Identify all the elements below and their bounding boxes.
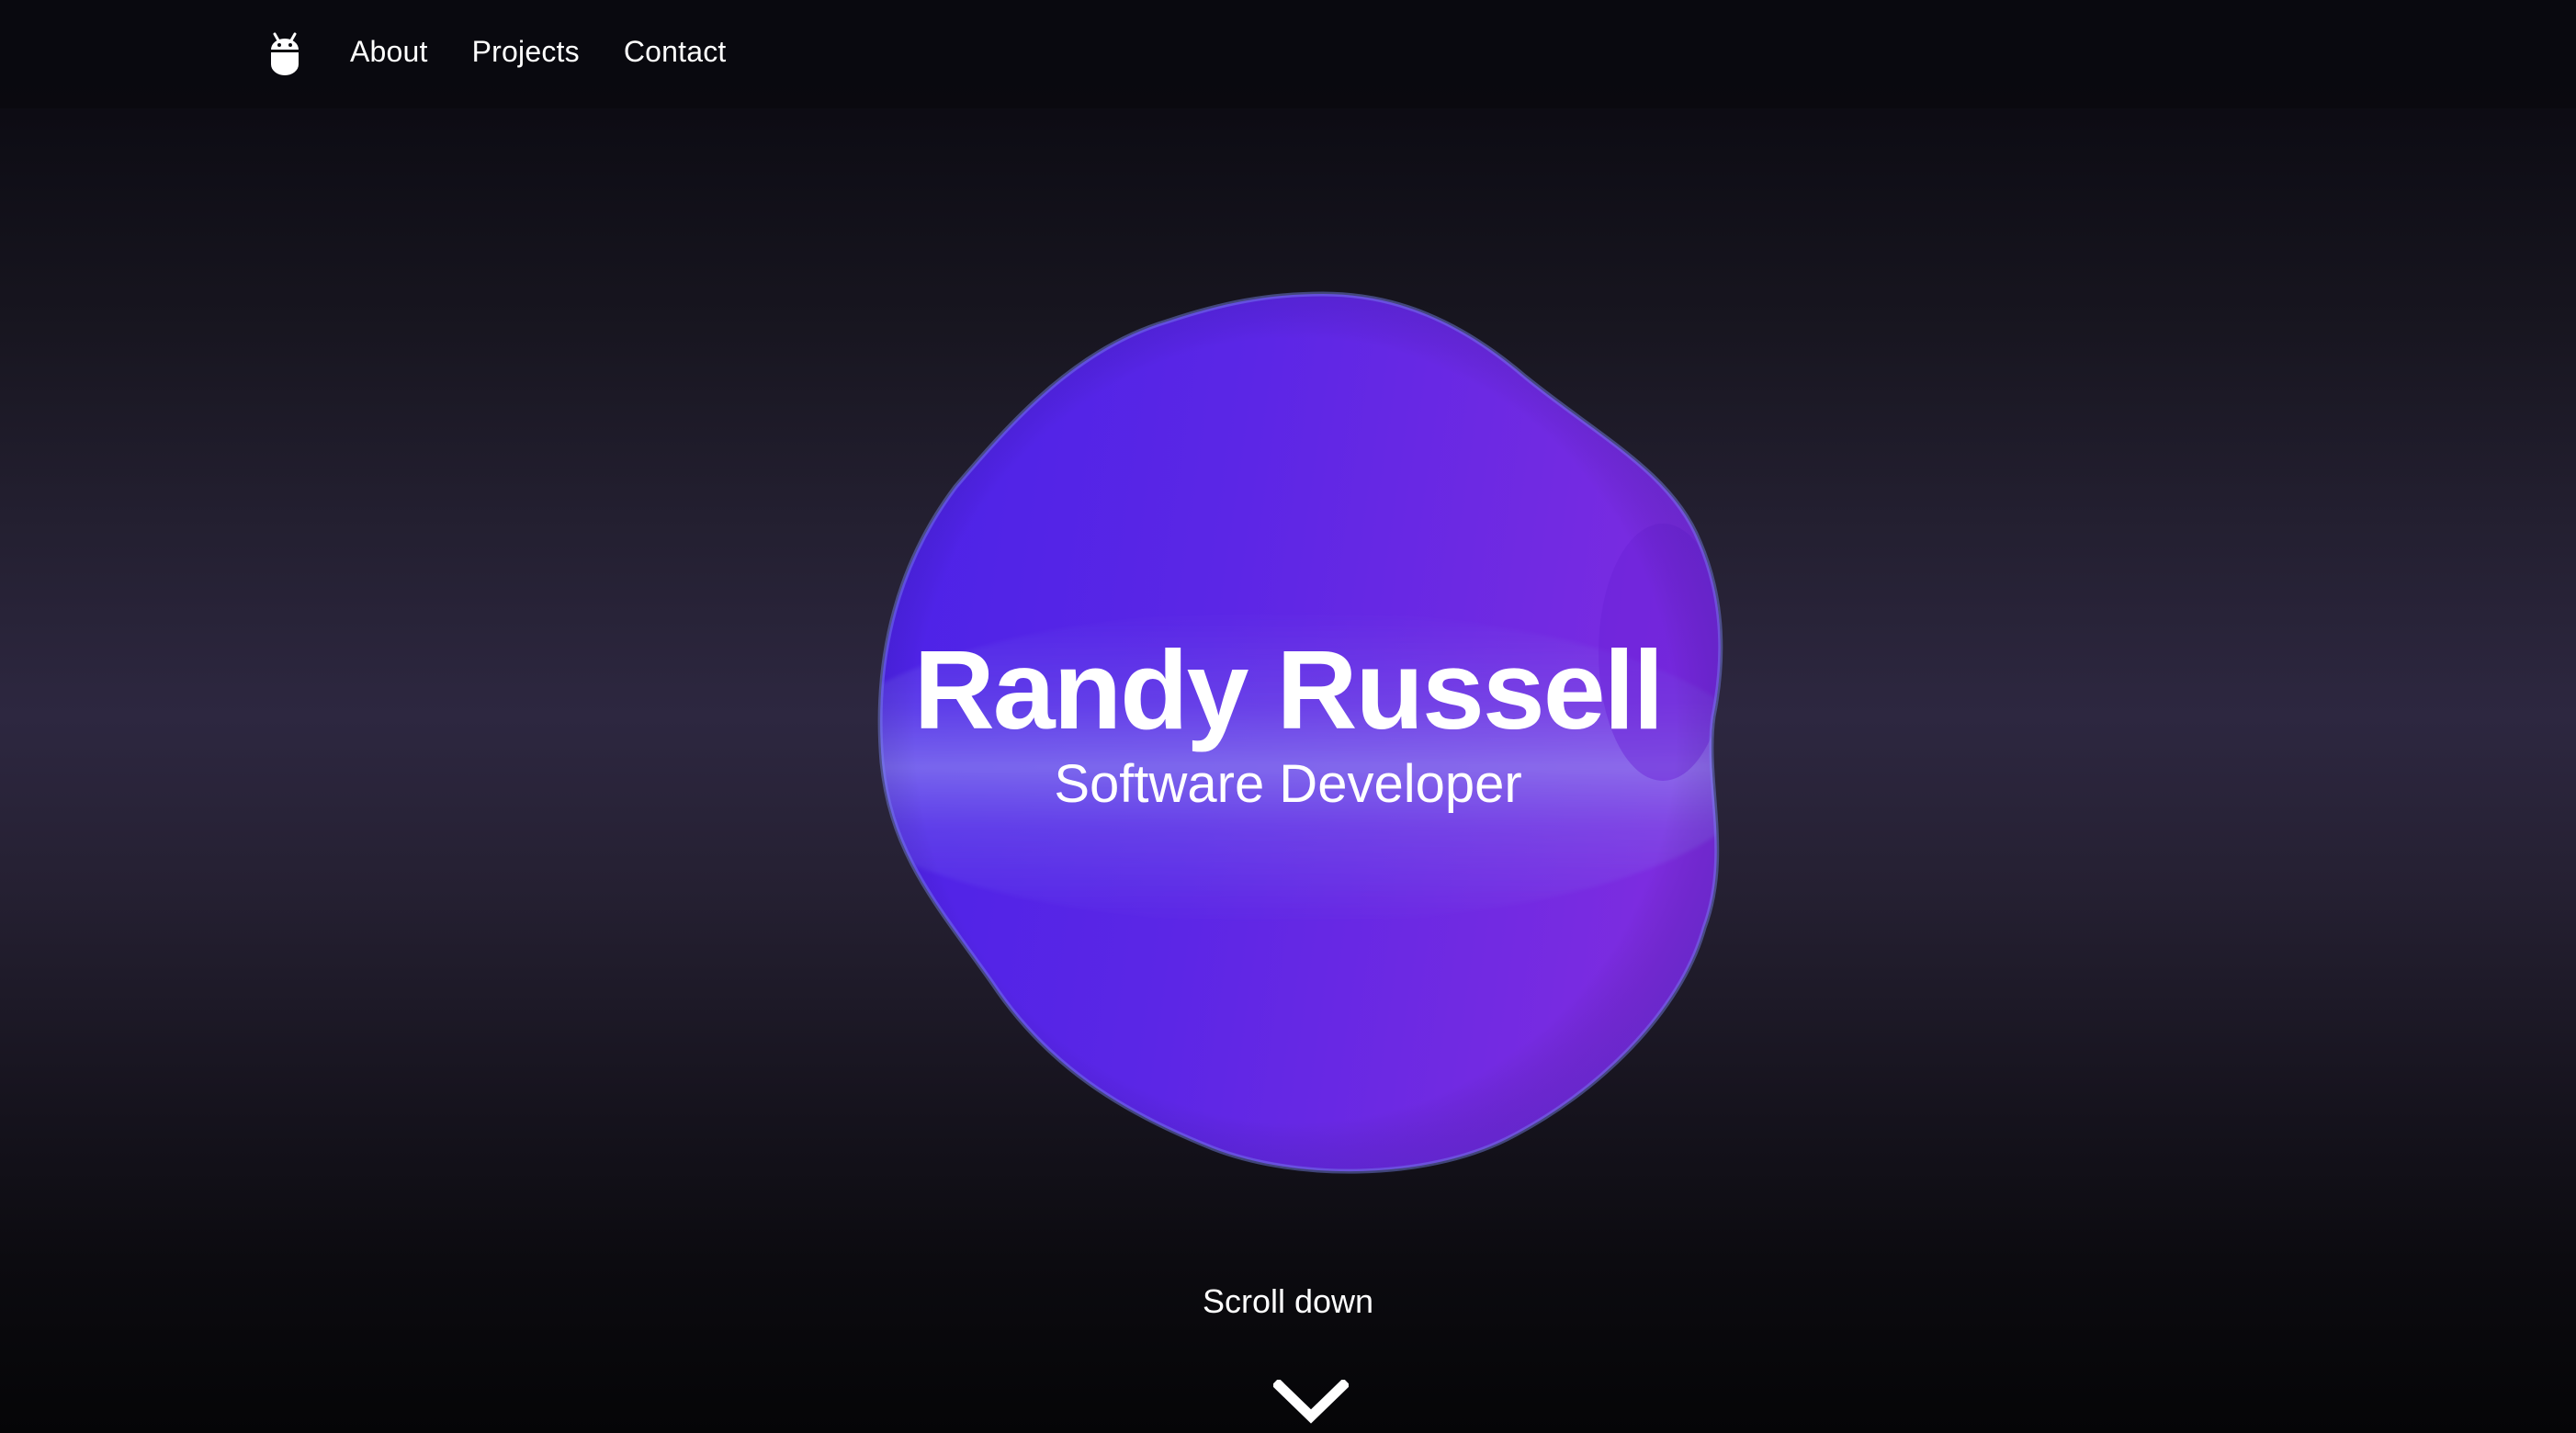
hero-subtitle: Software Developer <box>1054 754 1522 814</box>
hero-title: Randy Russell <box>913 627 1665 752</box>
nav-link-projects[interactable]: Projects <box>472 35 580 69</box>
scroll-down-label: Scroll down <box>1202 1282 1374 1320</box>
top-navbar: About Projects Contact <box>0 0 2576 108</box>
nav-links: About Projects Contact <box>350 0 727 103</box>
page: About Projects Contact Randy Russell Sof… <box>0 0 2576 1433</box>
nav-link-about[interactable]: About <box>350 35 428 69</box>
chevron-down-icon[interactable] <box>1271 1378 1350 1427</box>
android-bot-icon[interactable] <box>266 31 303 77</box>
nav-link-contact[interactable]: Contact <box>624 35 727 69</box>
hero-text: Randy Russell Software Developer <box>0 634 2576 814</box>
